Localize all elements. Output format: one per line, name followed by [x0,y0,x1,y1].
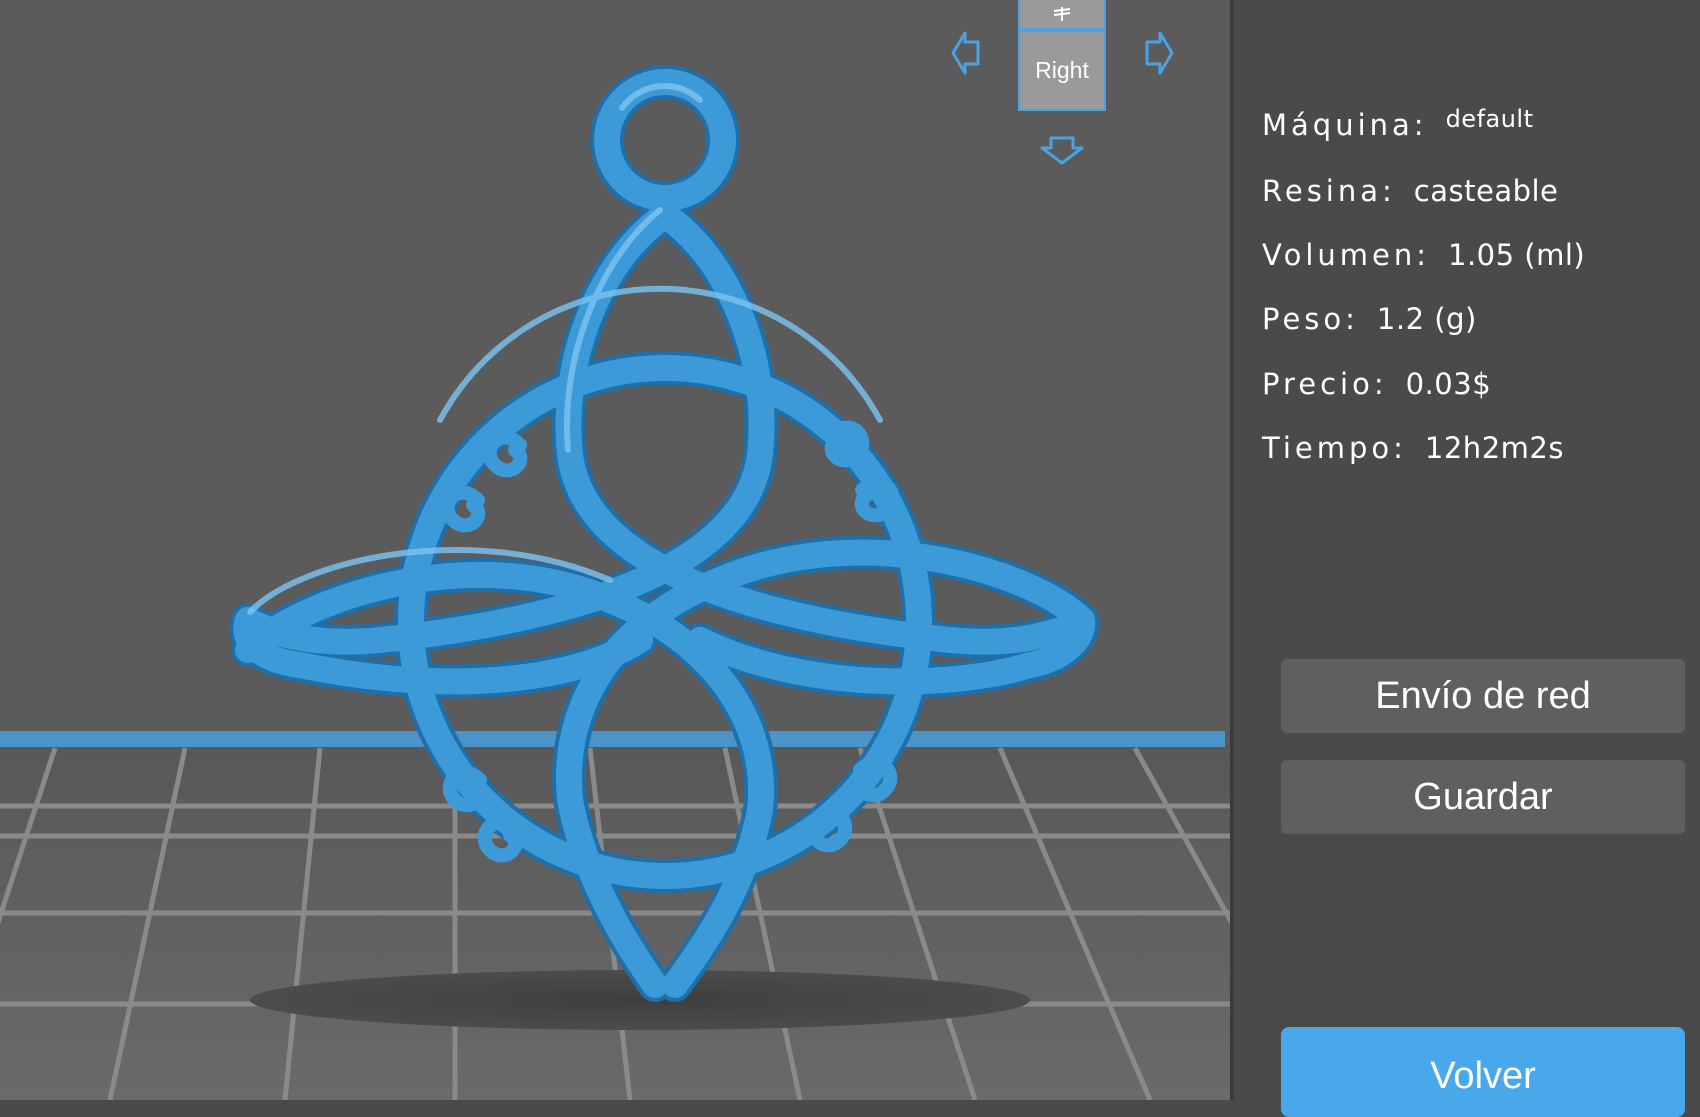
price-row: Precio: 0.03$ [1262,367,1491,401]
rotate-down-arrow-icon[interactable] [1039,134,1085,166]
resin-label: Resina: [1262,174,1396,208]
back-button[interactable]: Volver [1281,1027,1685,1117]
volume-value: 1.05 (ml) [1448,238,1586,272]
weight-label: Peso: [1262,302,1359,336]
view-cube-top-face[interactable] [1018,0,1106,30]
time-row: Tiempo: 12h2m2s [1262,431,1564,465]
axis-icon [1053,7,1071,21]
machine-row: Máquina: default [1262,105,1534,142]
price-label: Precio: [1262,367,1388,401]
volume-label: Volumen: [1262,238,1431,272]
machine-value: default [1445,105,1534,133]
3d-viewport[interactable]: Right [0,0,1230,1100]
rotate-left-arrow-icon[interactable] [950,30,982,76]
view-cube-right-face[interactable]: Right [1018,30,1106,111]
volume-row: Volumen: 1.05 (ml) [1262,238,1585,272]
save-button[interactable]: Guardar [1281,760,1685,834]
view-cube-label: Right [1035,57,1089,83]
network-send-button[interactable]: Envío de red [1281,659,1685,733]
price-value: 0.03$ [1405,367,1492,401]
print-info-panel: Máquina: default Resina: casteable Volum… [1234,0,1700,1117]
resin-value: casteable [1413,174,1559,208]
machine-label: Máquina: [1262,108,1428,142]
rotate-right-arrow-icon[interactable] [1143,30,1175,76]
weight-row: Peso: 1.2 (g) [1262,302,1477,336]
weight-value: 1.2 (g) [1376,302,1477,336]
resin-row: Resina: casteable [1262,174,1558,208]
time-value: 12h2m2s [1424,431,1564,465]
time-label: Tiempo: [1262,431,1407,465]
